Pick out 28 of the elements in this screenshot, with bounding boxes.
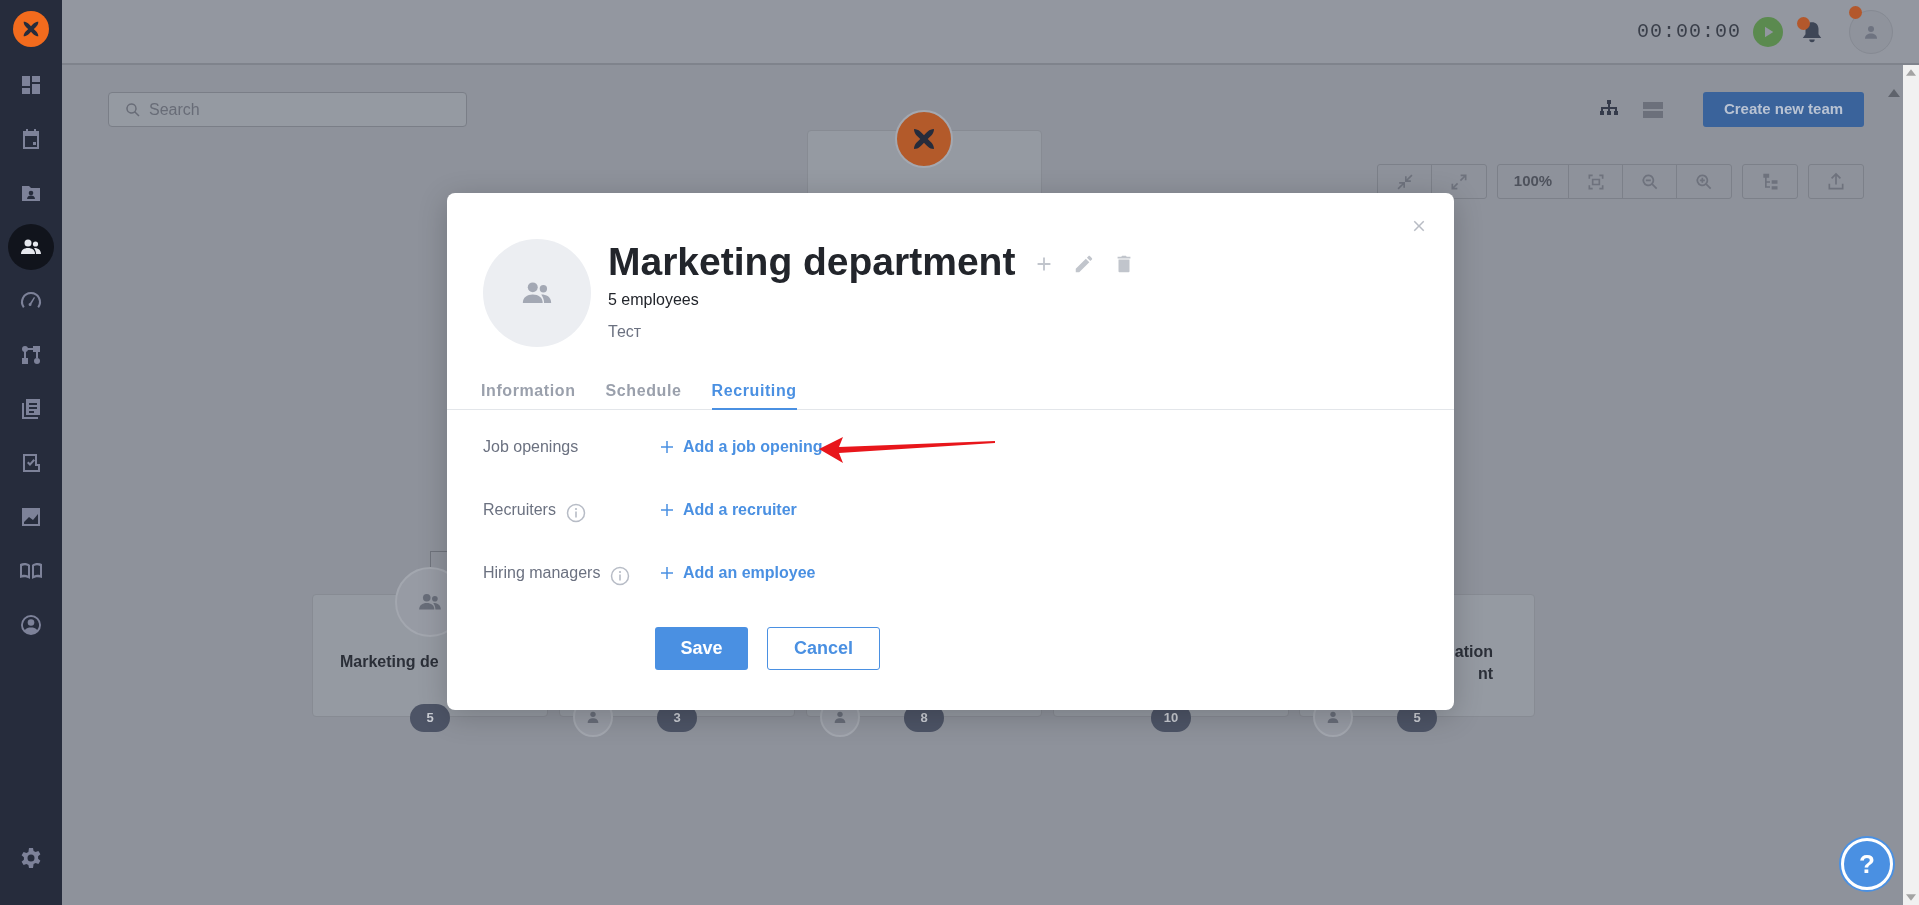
timer-text: 00:00:00 [1637,18,1741,45]
add-link[interactable]: Add a recruiter [658,498,797,522]
create-team-button[interactable]: Create new team [1703,92,1864,127]
help-button[interactable]: ? [1841,838,1893,890]
add-link[interactable]: Add a job opening [658,435,823,459]
team-name: ation nt [1453,642,1493,684]
people-icon[interactable] [8,224,54,270]
cancel-button[interactable]: Cancel [767,627,880,670]
tab[interactable]: Information [481,381,576,410]
field-label: Hiring managers [483,563,601,583]
plus-icon [658,564,676,582]
team-name: Marketing de [340,652,439,672]
logo-icon [13,11,49,47]
tab[interactable]: Recruiting [711,381,797,410]
field-label: Job openings [483,437,579,457]
field-label: Recruiters [483,500,556,520]
team-title: Marketing department [608,239,1016,285]
plus-icon [658,438,676,456]
plus-icon [658,501,676,519]
add-link[interactable]: Add an employee [658,561,816,585]
save-button[interactable]: Save [655,627,748,670]
tab[interactable]: Schedule [605,381,682,410]
member-count-badge: 5 [410,704,450,732]
scroll-down-icon [1906,894,1916,901]
scroll-up-icon [1888,89,1900,97]
employee-count: 5 employees [608,290,700,310]
scroll-up-icon [1906,69,1916,76]
team-description: Тест [608,322,643,342]
